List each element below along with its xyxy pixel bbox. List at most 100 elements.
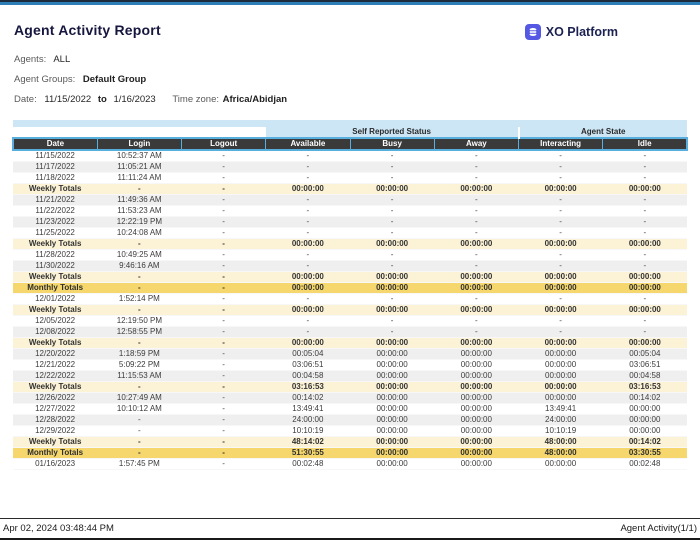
xo-platform-logo: XO Platform [525, 24, 618, 40]
cell-interacting: 00:00:00 [519, 272, 603, 283]
cell-away: - [434, 162, 518, 173]
cell-away: - [434, 173, 518, 184]
cell-login: 10:10:12 AM [97, 404, 181, 415]
cell-logout: - [182, 239, 266, 250]
cell-idle: 00:00:00 [603, 338, 687, 349]
cell-away: 00:00:00 [434, 305, 518, 316]
cell-login: 1:18:59 PM [97, 349, 181, 360]
cell-login: 10:49:25 AM [97, 250, 181, 261]
table-row: 12/29/2022--10:10:1900:00:0000:00:0010:1… [13, 426, 687, 437]
cell-busy: 00:00:00 [350, 283, 434, 294]
weekly-totals-row: Weekly Totals--03:16:5300:00:0000:00:000… [13, 382, 687, 393]
cell-busy: - [350, 250, 434, 261]
cell-interacting: - [519, 250, 603, 261]
report-page: Agent Activity Report XO Platform Agents… [0, 0, 700, 540]
agent-groups-label: Agent Groups: [14, 74, 75, 85]
xo-platform-logo-icon [525, 24, 541, 40]
cell-logout: - [182, 250, 266, 261]
filter-agents: Agents: ALL [14, 54, 686, 65]
cell-away: 00:00:00 [434, 239, 518, 250]
cell-available: - [266, 250, 350, 261]
agent-groups-value: Default Group [83, 74, 146, 85]
cell-interacting: - [519, 173, 603, 184]
cell-interacting: 00:00:00 [519, 371, 603, 382]
cell-busy: 00:00:00 [350, 360, 434, 371]
cell-login: 11:15:53 AM [97, 371, 181, 382]
cell-available: - [266, 173, 350, 184]
cell-interacting: - [519, 228, 603, 239]
cell-date: Weekly Totals [13, 239, 97, 250]
cell-away: - [434, 195, 518, 206]
cell-away: 00:00:00 [434, 448, 518, 459]
cell-logout: - [182, 206, 266, 217]
table-body: 11/15/202210:52:37 AM------11/17/202211:… [13, 150, 687, 470]
monthly-totals-row: Monthly Totals--51:30:5500:00:0000:00:00… [13, 448, 687, 459]
cell-busy: 00:00:00 [350, 393, 434, 404]
cell-idle: 00:00:00 [603, 415, 687, 426]
cell-available: 00:00:00 [266, 184, 350, 195]
cell-away: 00:00:00 [434, 404, 518, 415]
cell-login: - [97, 184, 181, 195]
cell-login: 1:52:14 PM [97, 294, 181, 305]
cell-date: 11/28/2022 [13, 250, 97, 261]
logo-text: XO Platform [546, 25, 618, 39]
cell-busy: 00:00:00 [350, 382, 434, 393]
column-header-available: Available [266, 138, 350, 150]
table-row: 11/15/202210:52:37 AM------ [13, 150, 687, 162]
cell-interacting: - [519, 150, 603, 162]
cell-idle: 00:02:48 [603, 459, 687, 470]
cell-available: 48:14:02 [266, 437, 350, 448]
cell-away: 00:00:00 [434, 371, 518, 382]
cell-interacting: - [519, 217, 603, 228]
cell-busy: 00:00:00 [350, 371, 434, 382]
cell-idle: 00:00:00 [603, 239, 687, 250]
cell-busy: - [350, 173, 434, 184]
cell-date: Weekly Totals [13, 305, 97, 316]
cell-idle: - [603, 250, 687, 261]
cell-idle: - [603, 173, 687, 184]
cell-date: 12/28/2022 [13, 415, 97, 426]
cell-idle: 00:00:00 [603, 426, 687, 437]
cell-away: - [434, 327, 518, 338]
page-title: Agent Activity Report [14, 22, 161, 38]
cell-date: 11/25/2022 [13, 228, 97, 239]
cell-logout: - [182, 305, 266, 316]
cell-logout: - [182, 349, 266, 360]
cell-idle: - [603, 150, 687, 162]
cell-idle: 00:04:58 [603, 371, 687, 382]
table-row: 12/28/2022--24:00:0000:00:0000:00:0024:0… [13, 415, 687, 426]
cell-busy: 00:00:00 [350, 305, 434, 316]
group-header-blank [13, 127, 266, 138]
cell-logout: - [182, 294, 266, 305]
agents-value: ALL [53, 54, 70, 65]
column-header-interacting: Interacting [519, 138, 603, 150]
cell-busy: - [350, 217, 434, 228]
cell-interacting: - [519, 327, 603, 338]
cell-interacting: - [519, 162, 603, 173]
table-row: 11/22/202211:53:23 AM------ [13, 206, 687, 217]
cell-date: 12/01/2022 [13, 294, 97, 305]
date-to-word: to [98, 94, 107, 105]
cell-interacting: 00:00:00 [519, 382, 603, 393]
cell-date: 11/22/2022 [13, 206, 97, 217]
cell-login: 10:52:37 AM [97, 150, 181, 162]
cell-interacting: - [519, 294, 603, 305]
cell-interacting: 48:00:00 [519, 437, 603, 448]
cell-available: - [266, 206, 350, 217]
cell-interacting: 00:00:00 [519, 239, 603, 250]
cell-busy: - [350, 195, 434, 206]
timezone-value: Africa/Abidjan [223, 94, 287, 105]
cell-date: Weekly Totals [13, 272, 97, 283]
filter-date-range: Date: 11/15/2022 to 1/16/2023 Time zone:… [14, 94, 686, 105]
cell-available: 03:06:51 [266, 360, 350, 371]
table-row: 11/28/202210:49:25 AM------ [13, 250, 687, 261]
cell-away: 00:00:00 [434, 349, 518, 360]
cell-available: 00:00:00 [266, 283, 350, 294]
cell-login: - [97, 437, 181, 448]
cell-idle: - [603, 228, 687, 239]
cell-logout: - [182, 184, 266, 195]
header-band [13, 120, 687, 127]
cell-busy: 00:00:00 [350, 426, 434, 437]
cell-away: 00:00:00 [434, 426, 518, 437]
cell-interacting: 13:49:41 [519, 404, 603, 415]
